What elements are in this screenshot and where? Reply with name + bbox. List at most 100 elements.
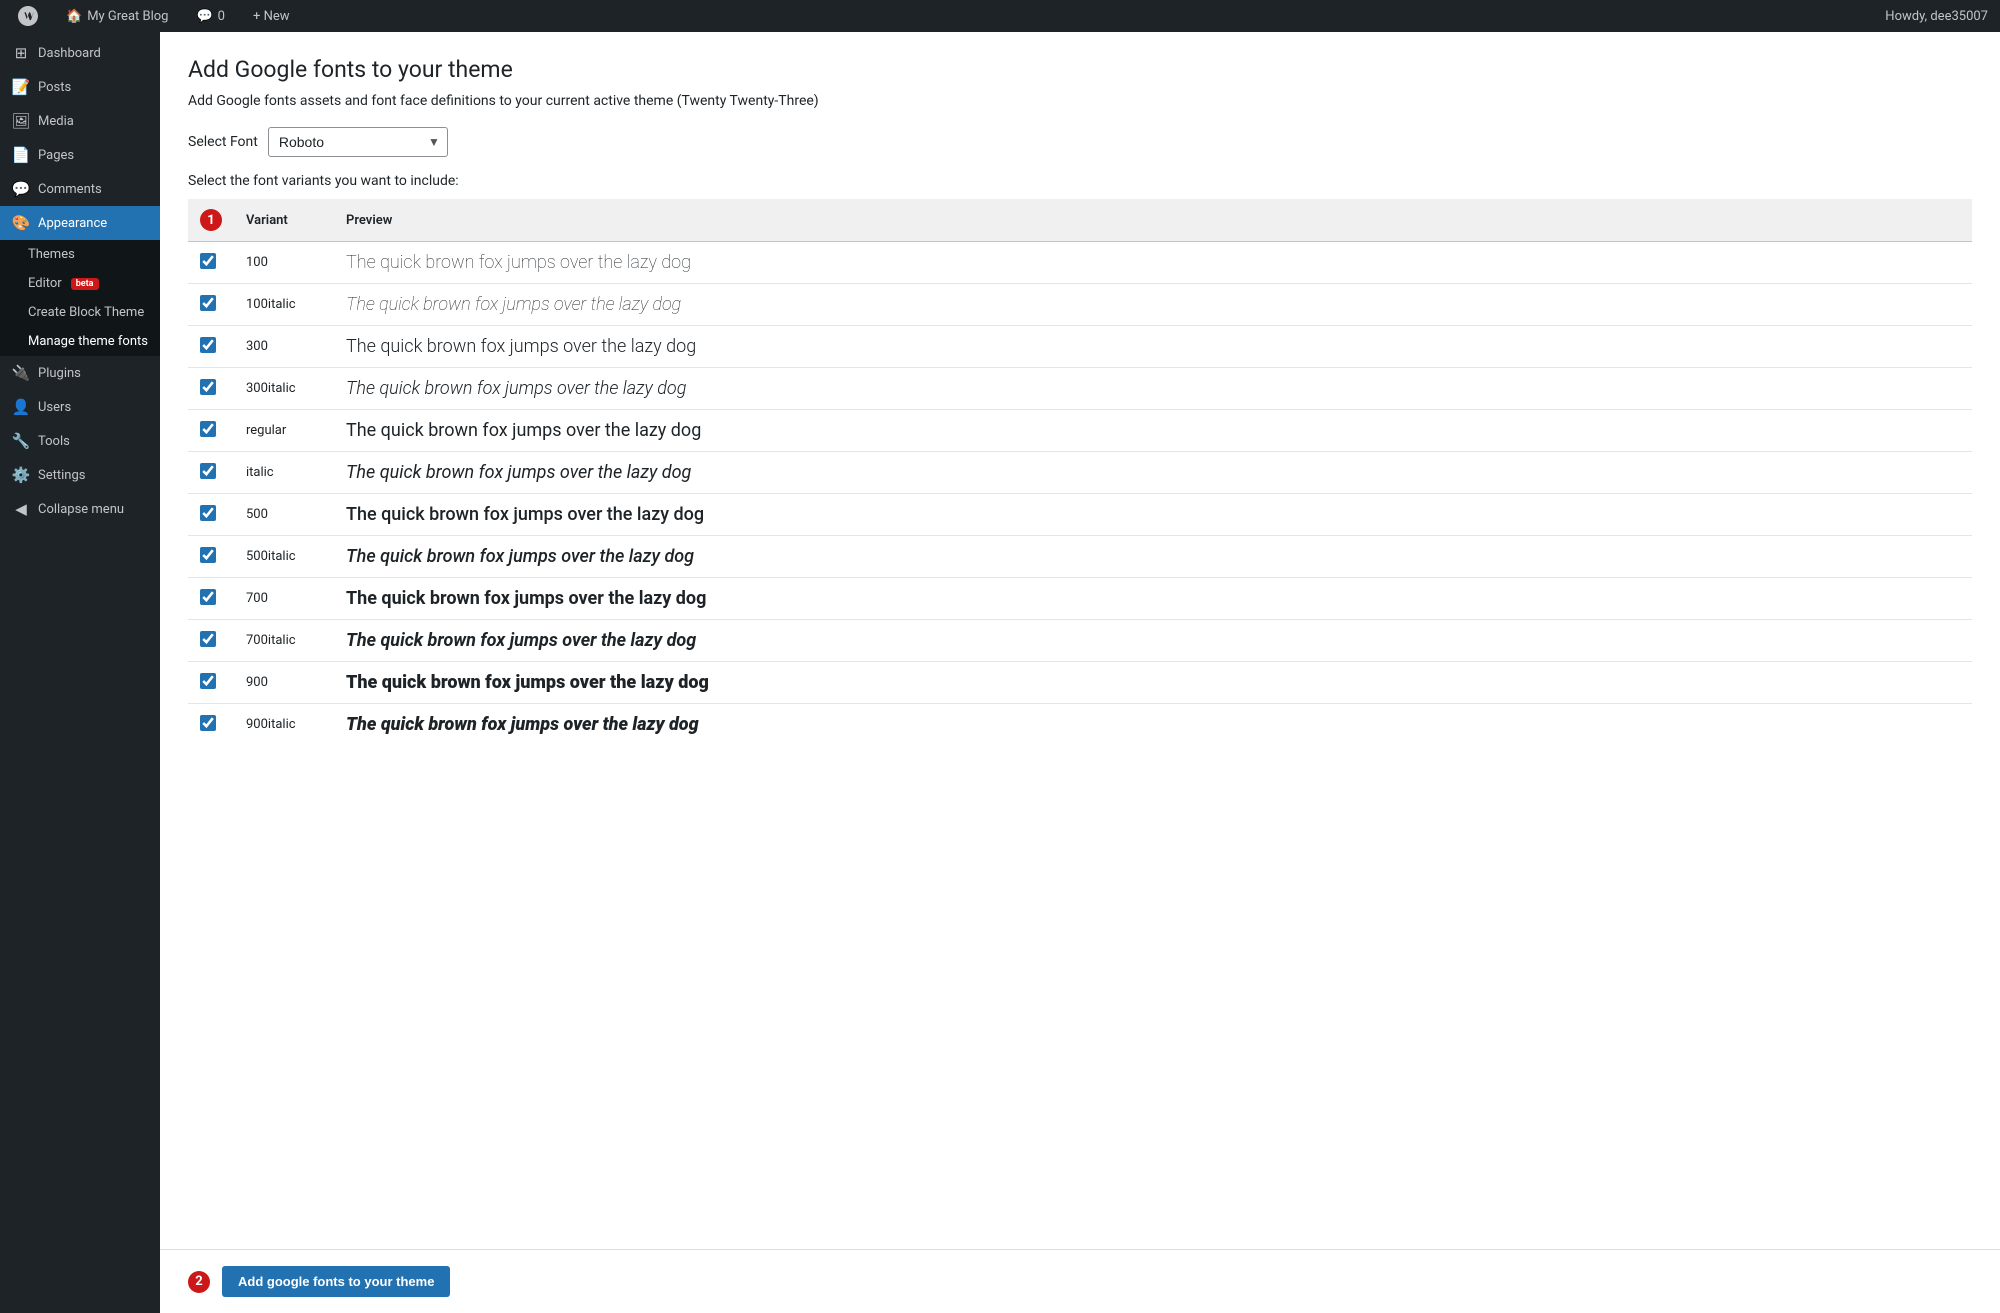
sidebar-sub-editor[interactable]: Editor beta (0, 269, 160, 298)
editor-beta-badge: beta (71, 278, 99, 290)
variant-checkbox-cell (188, 242, 234, 284)
variant-checkbox[interactable] (200, 631, 216, 647)
variant-preview: The quick brown fox jumps over the lazy … (334, 662, 1972, 704)
variant-preview: The quick brown fox jumps over the lazy … (334, 242, 1972, 284)
col-variant: Variant (234, 199, 334, 242)
table-row: regularThe quick brown fox jumps over th… (188, 410, 1972, 452)
header-checkbox-cell: 1 (188, 199, 234, 242)
variant-preview: The quick brown fox jumps over the lazy … (334, 536, 1972, 578)
variant-checkbox-cell (188, 536, 234, 578)
sidebar-item-settings[interactable]: ⚙️ Settings (0, 458, 160, 492)
variant-checkbox[interactable] (200, 505, 216, 521)
select-font-label: Select Font (188, 134, 258, 150)
variant-name: 300italic (234, 368, 334, 410)
adminbar-site-name[interactable]: 🏠 My Great Blog (60, 0, 174, 32)
variant-checkbox-cell (188, 578, 234, 620)
variant-name: 300 (234, 326, 334, 368)
sidebar-item-collapse[interactable]: ◀ Collapse menu (0, 492, 160, 526)
sidebar-item-comments[interactable]: 💬 Comments (0, 172, 160, 206)
table-row: 900The quick brown fox jumps over the la… (188, 662, 1972, 704)
variant-checkbox[interactable] (200, 463, 216, 479)
variant-checkbox-cell (188, 452, 234, 494)
table-header-row: 1 Variant Preview (188, 199, 1972, 242)
sidebar-item-dashboard[interactable]: ⊞ Dashboard (0, 36, 160, 70)
table-row: 100italicThe quick brown fox jumps over … (188, 284, 1972, 326)
variant-checkbox[interactable] (200, 547, 216, 563)
sidebar-item-appearance[interactable]: 🎨 Appearance (0, 206, 160, 240)
variant-name: 700 (234, 578, 334, 620)
variants-label: Select the font variants you want to inc… (188, 173, 1972, 189)
settings-icon: ⚙️ (12, 466, 30, 484)
table-row: 700The quick brown fox jumps over the la… (188, 578, 1972, 620)
adminbar-wp-logo[interactable] (12, 0, 44, 32)
select-font-row: Select Font Roboto Open Sans Lato Montse… (188, 127, 1972, 157)
variant-checkbox[interactable] (200, 337, 216, 353)
variant-preview: The quick brown fox jumps over the lazy … (334, 326, 1972, 368)
variant-checkbox[interactable] (200, 673, 216, 689)
table-row: italicThe quick brown fox jumps over the… (188, 452, 1972, 494)
variant-preview: The quick brown fox jumps over the lazy … (334, 704, 1972, 746)
page-subtitle: Add Google fonts assets and font face de… (188, 93, 1972, 109)
variant-checkbox[interactable] (200, 295, 216, 311)
variant-checkbox-cell (188, 326, 234, 368)
tools-icon: 🔧 (12, 432, 30, 450)
step-2-badge: 2 (188, 1271, 210, 1293)
variant-preview: The quick brown fox jumps over the lazy … (334, 368, 1972, 410)
variant-name: 900italic (234, 704, 334, 746)
variant-name: italic (234, 452, 334, 494)
plugins-icon: 🔌 (12, 364, 30, 382)
table-row: 500The quick brown fox jumps over the la… (188, 494, 1972, 536)
variant-preview: The quick brown fox jumps over the lazy … (334, 578, 1972, 620)
sidebar-item-media[interactable]: 🖼 Media (0, 104, 160, 138)
sidebar-item-posts[interactable]: 📝 Posts (0, 70, 160, 104)
admin-bar: 🏠 My Great Blog 💬 0 + New Howdy, dee3500… (0, 0, 2000, 32)
bottom-bar: 2 Add google fonts to your theme (160, 1249, 2000, 1313)
variant-preview: The quick brown fox jumps over the lazy … (334, 410, 1972, 452)
variant-checkbox-cell (188, 410, 234, 452)
adminbar-comments[interactable]: 💬 0 (190, 0, 231, 32)
font-select[interactable]: Roboto Open Sans Lato Montserrat Oswald … (268, 127, 448, 157)
sidebar-item-pages[interactable]: 📄 Pages (0, 138, 160, 172)
variant-checkbox-cell (188, 284, 234, 326)
variant-name: 500italic (234, 536, 334, 578)
sidebar-sub-manage-theme-fonts[interactable]: Manage theme fonts (0, 327, 160, 356)
sidebar-item-tools[interactable]: 🔧 Tools (0, 424, 160, 458)
table-row: 900italicThe quick brown fox jumps over … (188, 704, 1972, 746)
collapse-icon: ◀ (12, 500, 30, 518)
table-row: 700italicThe quick brown fox jumps over … (188, 620, 1972, 662)
variant-checkbox[interactable] (200, 715, 216, 731)
variant-preview: The quick brown fox jumps over the lazy … (334, 452, 1972, 494)
media-icon: 🖼 (12, 112, 30, 130)
dashboard-icon: ⊞ (12, 44, 30, 62)
table-row: 500italicThe quick brown fox jumps over … (188, 536, 1972, 578)
sidebar: ⊞ Dashboard 📝 Posts 🖼 Media 📄 Pages 💬 Co… (0, 32, 160, 1313)
table-row: 300italicThe quick brown fox jumps over … (188, 368, 1972, 410)
variant-checkbox-cell (188, 704, 234, 746)
add-google-fonts-button[interactable]: Add google fonts to your theme (222, 1266, 450, 1297)
variant-checkbox[interactable] (200, 421, 216, 437)
variants-table: 1 Variant Preview 100The quick brown fox… (188, 199, 1972, 745)
sidebar-sub-themes[interactable]: Themes (0, 240, 160, 269)
variant-checkbox[interactable] (200, 253, 216, 269)
site-name-icon: 🏠 (66, 9, 82, 24)
variants-body: 100The quick brown fox jumps over the la… (188, 242, 1972, 746)
variant-checkbox-cell (188, 368, 234, 410)
pages-icon: 📄 (12, 146, 30, 164)
sidebar-menu: ⊞ Dashboard 📝 Posts 🖼 Media 📄 Pages 💬 Co… (0, 32, 160, 526)
variant-name: 100italic (234, 284, 334, 326)
sidebar-item-plugins[interactable]: 🔌 Plugins (0, 356, 160, 390)
table-row: 100The quick brown fox jumps over the la… (188, 242, 1972, 284)
variant-preview: The quick brown fox jumps over the lazy … (334, 494, 1972, 536)
sidebar-sub-create-block-theme[interactable]: Create Block Theme (0, 298, 160, 327)
col-preview: Preview (334, 199, 1972, 242)
adminbar-new[interactable]: + New (247, 0, 296, 32)
main-content: Add Google fonts to your theme Add Googl… (160, 32, 2000, 1249)
step-1-badge: 1 (200, 209, 222, 231)
sidebar-item-users[interactable]: 👤 Users (0, 390, 160, 424)
variant-name: regular (234, 410, 334, 452)
variant-checkbox[interactable] (200, 379, 216, 395)
variant-checkbox[interactable] (200, 589, 216, 605)
variant-checkbox-cell (188, 662, 234, 704)
users-icon: 👤 (12, 398, 30, 416)
comments-icon: 💬 (196, 9, 212, 24)
